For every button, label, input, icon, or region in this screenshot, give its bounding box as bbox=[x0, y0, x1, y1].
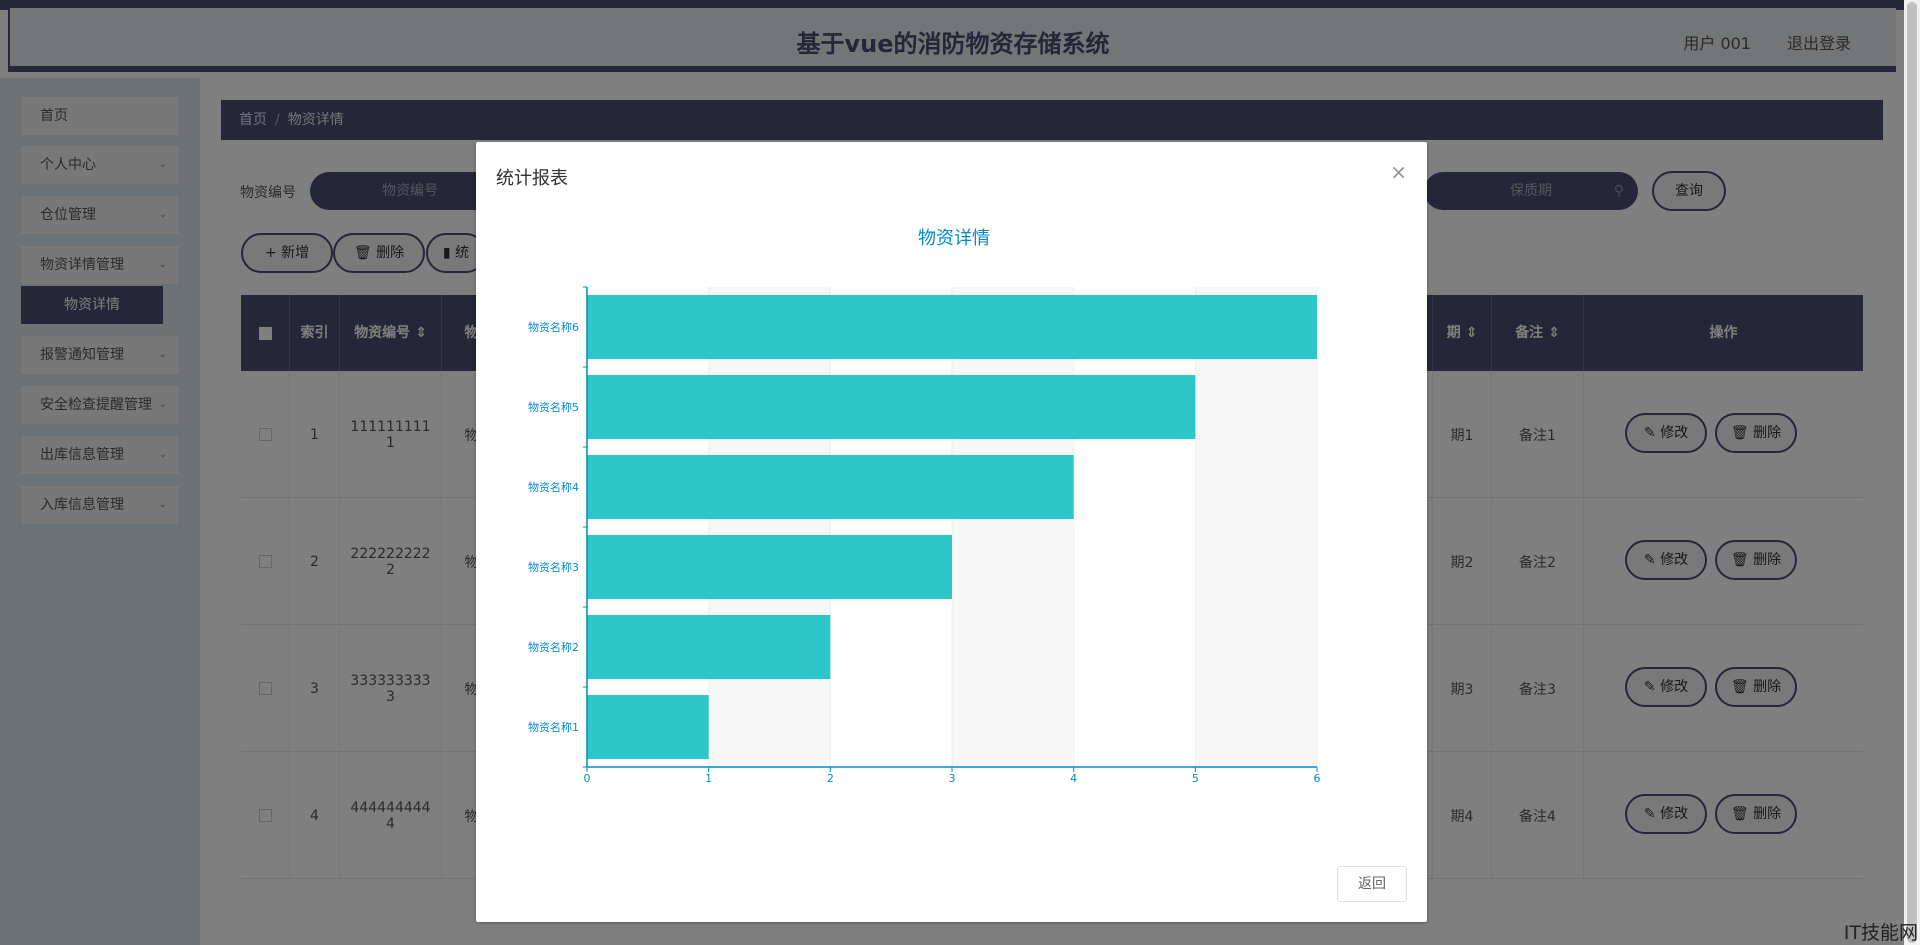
back-button[interactable]: 返回 bbox=[1337, 866, 1407, 902]
y-tick-label: 物资名称4 bbox=[528, 480, 579, 494]
stats-dialog: 统计报表 × 物资详情 物资名称1 物资名称2 物资名称3 物资名称4 物资名称5 物资名称… bbox=[476, 142, 1427, 922]
bar bbox=[587, 375, 1196, 439]
bar bbox=[587, 295, 1317, 359]
bar bbox=[587, 535, 952, 599]
watermark: IT技能网 bbox=[1843, 922, 1918, 944]
bar bbox=[587, 455, 1074, 519]
x-tick-label: 6 bbox=[1314, 772, 1321, 785]
x-tick-label: 0 bbox=[584, 772, 591, 785]
scrollbar[interactable] bbox=[1904, 0, 1920, 945]
bar bbox=[587, 695, 709, 759]
x-tick-label: 3 bbox=[949, 772, 956, 785]
y-tick-label: 物资名称1 bbox=[528, 720, 579, 734]
x-tick-label: 1 bbox=[705, 772, 712, 785]
bar-chart: 物资详情物资名称1 物资名称2 物资名称3 物资名称4 物资名称5 物资名称6 0 1 2 3 4 5… bbox=[528, 228, 1321, 785]
y-tick-label: 物资名称6 bbox=[528, 320, 579, 334]
chart-title: 物资详情 bbox=[918, 228, 990, 249]
x-tick-label: 4 bbox=[1070, 772, 1077, 785]
x-tick-label: 5 bbox=[1192, 772, 1199, 785]
x-tick-label: 2 bbox=[827, 772, 834, 785]
scrollbar-thumb[interactable] bbox=[1907, 2, 1917, 943]
y-tick-label: 物资名称2 bbox=[528, 640, 579, 654]
bar bbox=[587, 615, 831, 679]
y-tick-label: 物资名称3 bbox=[528, 560, 579, 574]
y-tick-label: 物资名称5 bbox=[528, 400, 579, 414]
